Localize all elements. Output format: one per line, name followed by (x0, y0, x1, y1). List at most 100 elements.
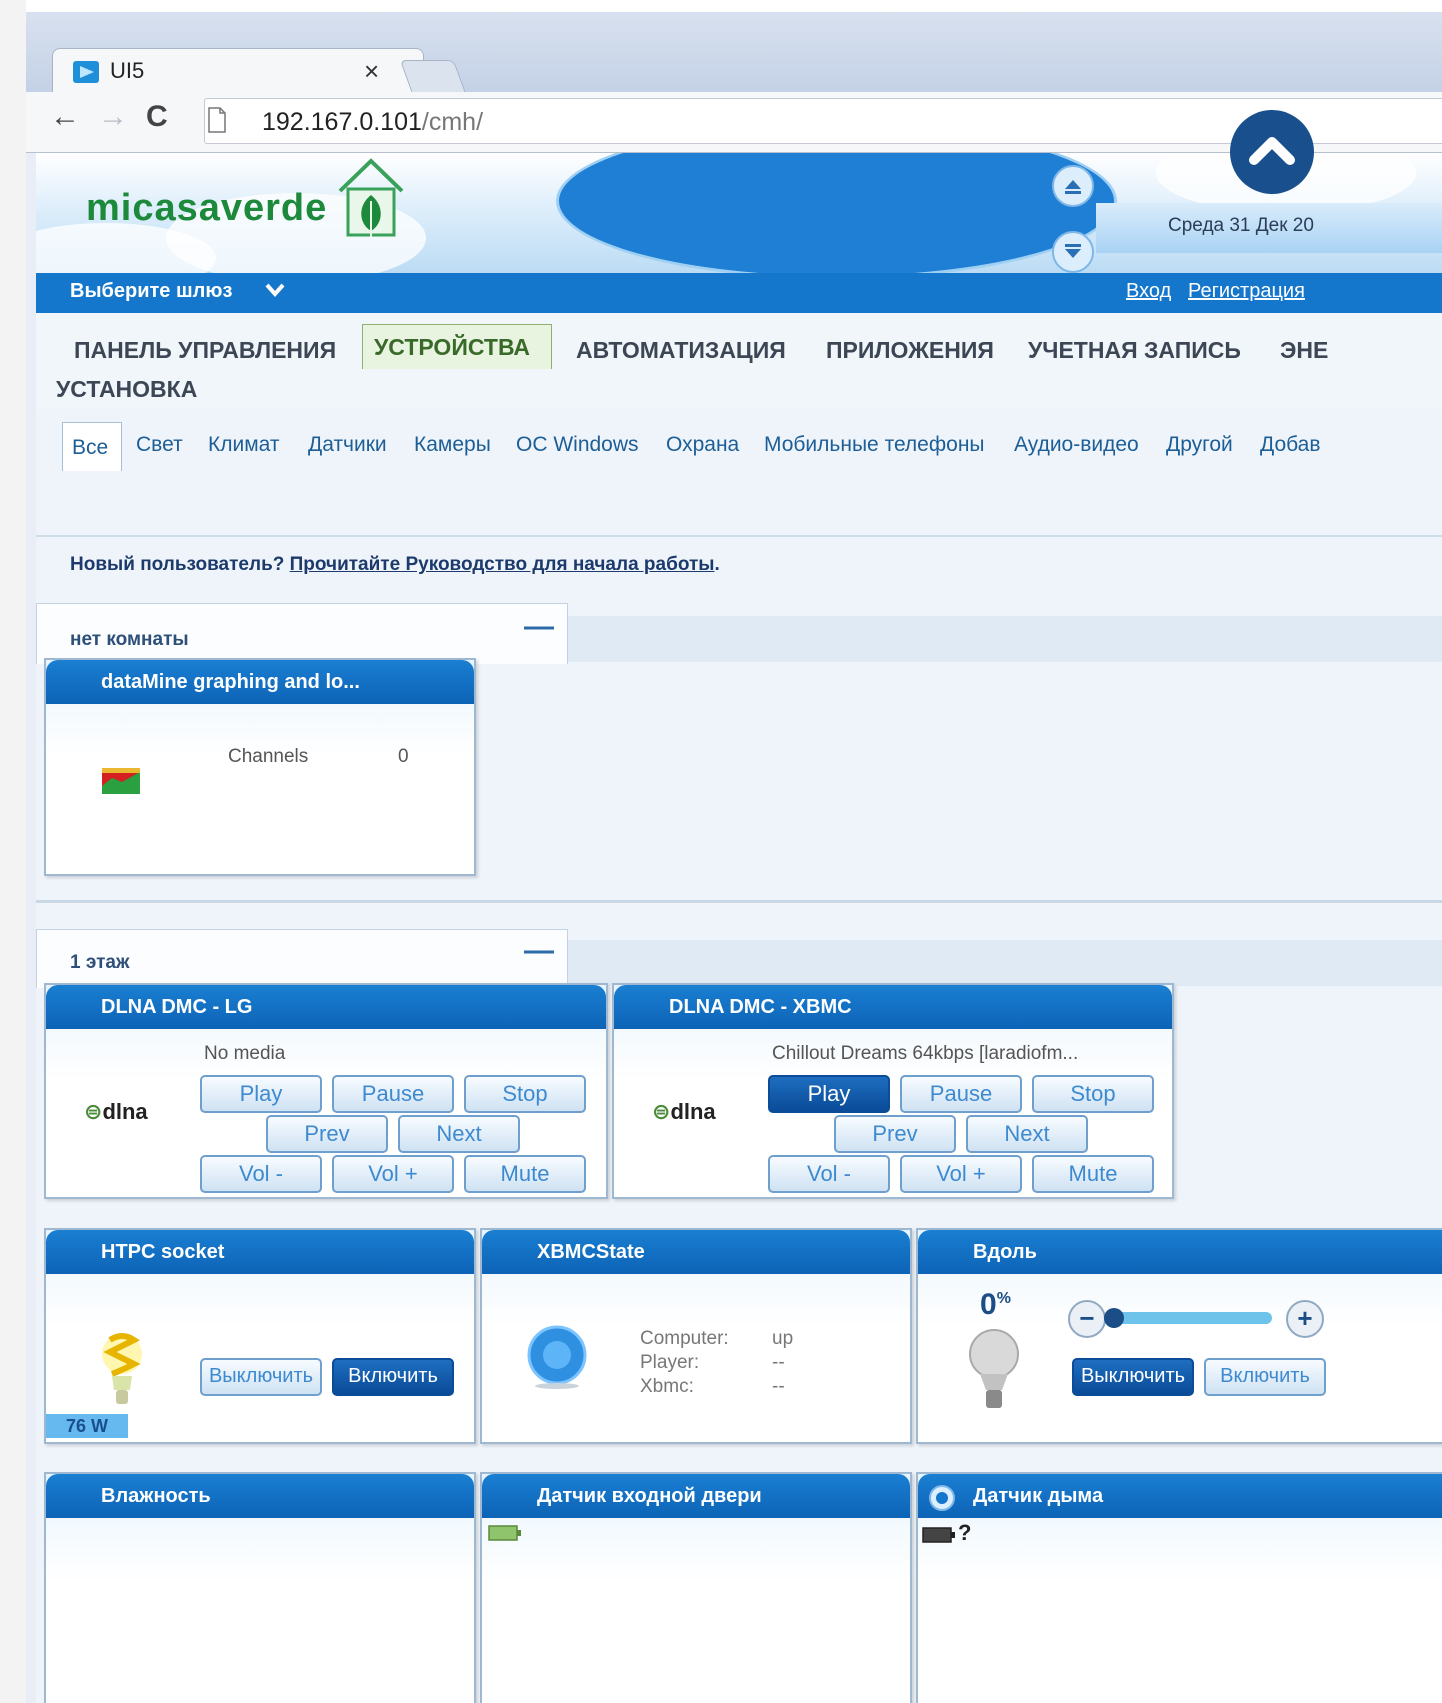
reload-icon[interactable]: C (146, 100, 168, 134)
media-status: Chillout Dreams 64kbps [laradiofm... (772, 1043, 1079, 1064)
device-card-smoke-sensor: Датчик дыма ? (916, 1472, 1442, 1703)
volume-down-button[interactable]: Vol - (200, 1155, 322, 1193)
room-divider (36, 900, 1442, 903)
device-card-xbmcstate: XBMCState Computer: up Player: -- Xbmc: … (480, 1228, 912, 1444)
dlna-logo-text: dlna (670, 1099, 716, 1124)
url-host: 192.167.0.101 (262, 108, 422, 136)
category-cameras[interactable]: Камеры (414, 433, 491, 457)
dlna-logo-icon: ⊜dlna (652, 1099, 716, 1124)
tab-title: UI5 (110, 58, 145, 83)
category-sensors[interactable]: Датчики (308, 433, 387, 457)
menu-apps[interactable]: ПРИЛОЖЕНИЯ (826, 337, 994, 364)
category-audio-video[interactable]: Аудио-видео (1014, 433, 1139, 457)
light-bulb-off-icon (969, 1329, 1019, 1408)
device-card-htpc-socket: HTPC socket Выключить Включить 76 W (44, 1228, 476, 1444)
prev-button[interactable]: Prev (834, 1115, 956, 1153)
turn-on-button[interactable]: Включить (332, 1358, 454, 1396)
category-all[interactable]: Все (72, 436, 108, 460)
device-card-datamine: dataMine graphing and lo... Channels 0 (44, 658, 476, 876)
decrease-level-button[interactable]: − (1068, 1300, 1106, 1338)
chart-device-icon (102, 768, 140, 794)
category-lights[interactable]: Свет (136, 433, 183, 457)
logo-text: micasaverde (86, 187, 328, 229)
dimmer-level-value: 0 (980, 1288, 997, 1321)
category-add[interactable]: Добав (1260, 433, 1321, 457)
collapse-room-button[interactable]: — (524, 934, 554, 968)
card-title: DLNA DMC - LG (101, 996, 253, 1018)
pause-button[interactable]: Pause (332, 1075, 454, 1113)
player-value: -- (772, 1352, 785, 1373)
play-button[interactable]: Play (768, 1075, 890, 1113)
battery-icon (488, 1525, 521, 1541)
turn-off-button[interactable]: Выключить (200, 1358, 322, 1396)
category-climate[interactable]: Климат (208, 433, 280, 457)
getting-started-link[interactable]: Прочитайте Руководство для начала работы (290, 554, 715, 575)
menu-setup[interactable]: УСТАНОВКА (56, 376, 197, 403)
scroll-to-top-button[interactable] (1230, 110, 1314, 194)
room-header-strip (566, 940, 1442, 986)
room-label-floor1: 1 этаж (70, 952, 130, 973)
increase-level-button[interactable]: + (1286, 1300, 1324, 1338)
card-title: Вдоль (973, 1241, 1037, 1263)
dimmer-level-unit: % (996, 1290, 1011, 1307)
url-text[interactable]: 192.167.0.101/cmh/ (262, 108, 483, 137)
menu-energy[interactable]: ЭНЕ (1280, 337, 1328, 364)
chevron-up-icon (1249, 137, 1295, 165)
close-tab-icon[interactable]: × (364, 56, 379, 87)
device-card-door-sensor: Датчик входной двери (480, 1472, 912, 1703)
menu-account[interactable]: УЧЕТНАЯ ЗАПИСЬ (1028, 337, 1241, 364)
menu-automation[interactable]: АВТОМАТИЗАЦИЯ (576, 337, 786, 364)
stop-button[interactable]: Stop (1032, 1075, 1154, 1113)
new-user-notice: Новый пользователь? Прочитайте Руководст… (70, 554, 720, 576)
scroll-down-arrow-icon[interactable] (1052, 231, 1094, 273)
category-other[interactable]: Другой (1166, 433, 1233, 457)
device-card-humidity: Влажность (44, 1472, 476, 1703)
notice-suffix: . (714, 554, 720, 575)
ui5-favicon-icon (73, 61, 99, 83)
volume-down-button[interactable]: Vol - (768, 1155, 890, 1193)
collapse-room-button[interactable]: — (524, 610, 554, 644)
power-reading: 76 W (46, 1414, 128, 1438)
mute-button[interactable]: Mute (464, 1155, 586, 1193)
next-button[interactable]: Next (398, 1115, 520, 1153)
scroll-up-arrow-icon[interactable] (1052, 165, 1094, 207)
turn-off-button[interactable]: Выключить (1072, 1358, 1194, 1396)
turn-on-button[interactable]: Включить (1204, 1358, 1326, 1396)
category-mobile-phones[interactable]: Мобильные телефоны (764, 433, 985, 457)
smoke-status: ? (958, 1520, 972, 1545)
room-label-no-room: нет комнаты (70, 629, 189, 650)
new-user-prefix: Новый пользователь? (70, 554, 285, 575)
stop-button[interactable]: Stop (464, 1075, 586, 1113)
menu-devices[interactable]: УСТРОЙСТВА (374, 334, 530, 361)
card-title: Датчик дыма (973, 1485, 1104, 1507)
play-button[interactable]: Play (200, 1075, 322, 1113)
forward-arrow-icon[interactable]: → (98, 100, 128, 134)
select-gateway-dropdown[interactable]: Выберите шлюз (70, 280, 232, 303)
dimmer-slider-track[interactable] (1110, 1312, 1272, 1324)
card-title: Влажность (101, 1485, 211, 1507)
category-windows[interactable]: ОС Windows (516, 433, 639, 457)
category-security[interactable]: Охрана (666, 433, 739, 457)
login-link[interactable]: Вход (1126, 280, 1171, 303)
menu-dashboard[interactable]: ПАНЕЛЬ УПРАВЛЕНИЯ (74, 337, 336, 364)
chevron-down-icon[interactable] (264, 282, 286, 298)
volume-up-button[interactable]: Vol + (332, 1155, 454, 1193)
light-bulb-on-icon (102, 1333, 142, 1404)
dimmer-slider-handle[interactable] (1104, 1308, 1124, 1328)
media-status: No media (204, 1043, 286, 1064)
page-icon (208, 107, 226, 133)
back-arrow-icon[interactable]: ← (50, 100, 80, 134)
next-button[interactable]: Next (966, 1115, 1088, 1153)
computer-value: up (772, 1328, 794, 1349)
browser-window: UI5 × ← → C 192.167.0.101/cmh/ micasaver… (26, 12, 1442, 1703)
volume-up-button[interactable]: Vol + (900, 1155, 1022, 1193)
register-link[interactable]: Регистрация (1188, 280, 1305, 303)
page-gutter (0, 0, 26, 1703)
device-category-bar (36, 409, 1442, 537)
channels-label: Channels (228, 746, 309, 767)
card-title: dataMine graphing and lo... (101, 671, 360, 693)
room-header-strip (566, 616, 1442, 662)
prev-button[interactable]: Prev (266, 1115, 388, 1153)
mute-button[interactable]: Mute (1032, 1155, 1154, 1193)
pause-button[interactable]: Pause (900, 1075, 1022, 1113)
